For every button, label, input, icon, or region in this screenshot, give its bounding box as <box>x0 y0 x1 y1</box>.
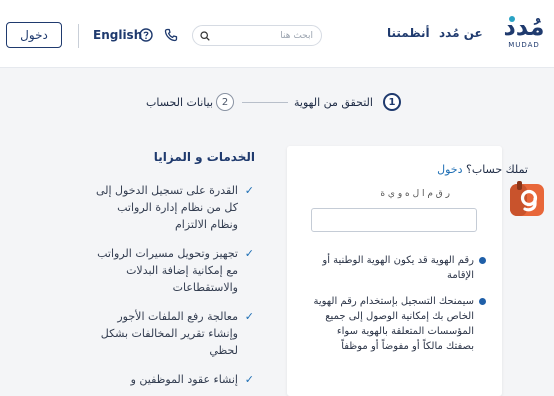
service-item: ✓ القدرة على تسجيل الدخول إلى كل من نظام… <box>88 182 254 233</box>
service-item-text: تجهيز وتحويل مسيرات الرواتب مع إمكانية إ… <box>97 247 238 294</box>
step-1-number: 1 <box>383 93 401 111</box>
service-item: ✓ إنشاء عقود الموظفين و <box>88 371 254 388</box>
id-number-input[interactable] <box>311 208 477 232</box>
nav-our-systems[interactable]: أنظمتنا <box>387 26 430 40</box>
search-input[interactable] <box>215 28 313 43</box>
app-badge-icon[interactable] <box>508 180 546 218</box>
search-icon[interactable] <box>200 31 210 41</box>
account-question-text: تملك حساب؟ <box>466 163 528 176</box>
check-icon: ✓ <box>244 373 254 386</box>
header: دخول English أنظمتنا عن مُدد مُدد MUDAD <box>0 0 554 68</box>
step-2-number: 2 <box>216 93 234 111</box>
service-item: ✓ معالجة رفع الملفات الأجور وإنشاء تقرير… <box>88 308 254 359</box>
mudad-logo[interactable]: مُدد MUDAD <box>498 14 550 50</box>
stepper-connector <box>242 102 288 103</box>
info-note-text: رقم الهوية قد يكون الهوية الوطنية أو الإ… <box>322 255 474 281</box>
check-icon: ✓ <box>244 184 254 197</box>
step-1-label: التحقق من الهوية <box>294 96 373 109</box>
service-item-text: القدرة على تسجيل الدخول إلى كل من نظام إ… <box>95 184 238 231</box>
language-switch[interactable]: English <box>93 28 142 42</box>
login-link[interactable]: دخول <box>437 163 462 176</box>
step-2-label: بيانات الحساب <box>146 96 214 109</box>
check-icon: ✓ <box>244 310 254 323</box>
services-title: الخدمات و المزايا <box>153 150 255 164</box>
info-note-text: سيمنحك التسجيل بإستخدام رقم الهوية الخاص… <box>313 296 474 352</box>
logo-arabic: مُدد <box>503 13 545 41</box>
service-item-text: إنشاء عقود الموظفين و <box>130 373 238 386</box>
phone-icon[interactable] <box>164 28 178 42</box>
service-item: ✓ تجهيز وتحويل مسيرات الرواتب مع إمكانية… <box>88 245 254 296</box>
info-note: رقم الهوية قد يكون الهوية الوطنية أو الإ… <box>309 253 486 283</box>
nav-about[interactable]: عن مُدد <box>439 26 483 40</box>
search-box <box>192 25 322 46</box>
bullet-dot <box>479 298 486 305</box>
info-note: سيمنحك التسجيل بإستخدام رقم الهوية الخاص… <box>309 294 486 354</box>
question-circle-icon[interactable] <box>139 28 153 42</box>
login-button[interactable]: دخول <box>6 22 62 48</box>
service-item-text: معالجة رفع الملفات الأجور وإنشاء تقرير ا… <box>100 310 238 357</box>
bullet-dot <box>479 257 486 264</box>
logo-english: MUDAD <box>508 41 540 49</box>
header-divider <box>78 24 79 48</box>
id-number-label: ر ق م ا ل ه و ي ة <box>380 189 450 199</box>
check-icon: ✓ <box>244 247 254 260</box>
account-question: تملك حساب؟ دخول <box>437 163 528 176</box>
